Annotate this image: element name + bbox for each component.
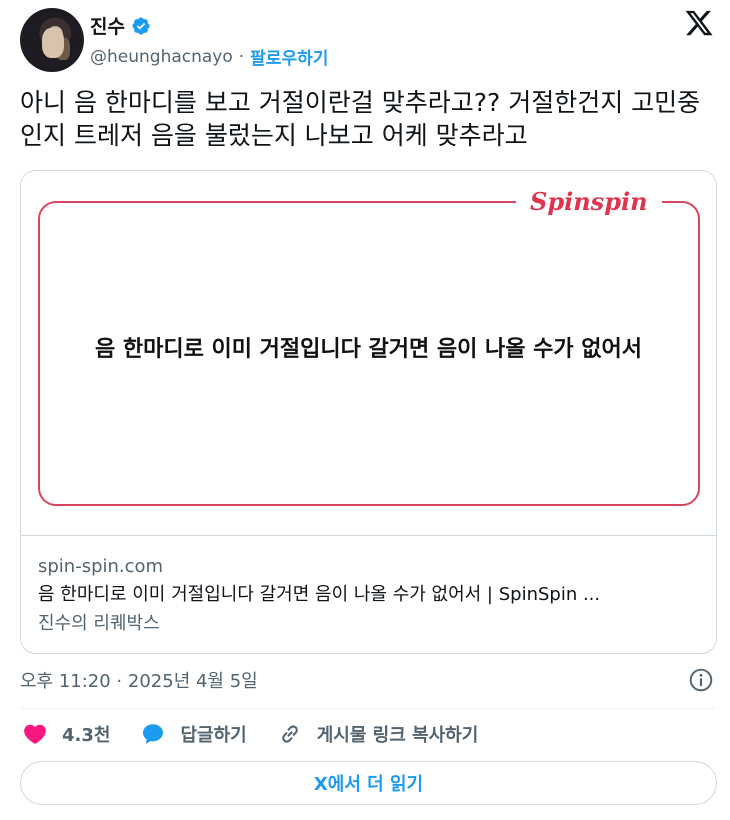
read-more-button[interactable]: X에서 더 읽기 — [20, 761, 717, 805]
author-name[interactable]: 진수 — [90, 12, 125, 39]
link-card[interactable]: Spinspin 음 한마디로 이미 거절입니다 갈거면 음이 나올 수가 없어… — [20, 170, 717, 654]
action-bar: 4.3천 답글하기 게시물 링크 복사하기 — [22, 718, 508, 750]
spinspin-logo: Spinspin — [516, 187, 662, 216]
copy-link-label: 게시물 링크 복사하기 — [316, 725, 479, 746]
name-row: 진수 — [90, 12, 151, 39]
reply-bubble-icon — [143, 724, 164, 744]
card-quote: 음 한마디로 이미 거절입니다 갈거면 음이 나올 수가 없어서 — [94, 337, 643, 362]
link-icon — [281, 725, 298, 743]
tweet-header: 진수 @heunghacnayo · 팔로우하기 — [20, 6, 720, 74]
card-image: Spinspin 음 한마디로 이미 거절입니다 갈거면 음이 나올 수가 없어… — [21, 171, 716, 535]
reply-button[interactable]: 답글하기 — [140, 721, 247, 747]
author-handle[interactable]: @heunghacnayo — [90, 47, 233, 67]
heart-icon — [24, 724, 46, 744]
card-title: 음 한마디로 이미 거절입니다 갈거면 음이 나올 수가 없어서 | SpinS… — [38, 584, 601, 605]
tweet-text: 아니 음 한마디를 보고 거절이란걸 맞추라고?? 거절한건지 고민중인지 트레… — [20, 88, 701, 150]
separator-dot: · — [238, 46, 245, 67]
reply-label: 답글하기 — [180, 725, 247, 746]
info-icon[interactable] — [688, 667, 714, 693]
divider — [20, 708, 716, 709]
like-count: 4.3천 — [62, 725, 111, 746]
card-domain: spin-spin.com — [38, 556, 164, 577]
meta-row: 오후 11:20 · 2025년 4월 5일 — [20, 664, 716, 696]
avatar[interactable] — [20, 8, 84, 72]
card-description: 진수의 리퀘박스 — [38, 613, 160, 634]
follow-button[interactable]: 팔로우하기 — [250, 44, 328, 69]
x-logo-icon[interactable] — [684, 8, 714, 38]
copy-link-button[interactable]: 게시물 링크 복사하기 — [277, 721, 479, 747]
handle-row: @heunghacnayo · 팔로우하기 — [90, 44, 328, 70]
card-info: spin-spin.com 음 한마디로 이미 거절입니다 갈거면 음이 나올 … — [21, 535, 716, 653]
timestamp[interactable]: 오후 11:20 · 2025년 4월 5일 — [20, 667, 258, 693]
verified-badge-icon — [132, 16, 150, 35]
like-button[interactable]: 4.3천 — [22, 721, 110, 747]
